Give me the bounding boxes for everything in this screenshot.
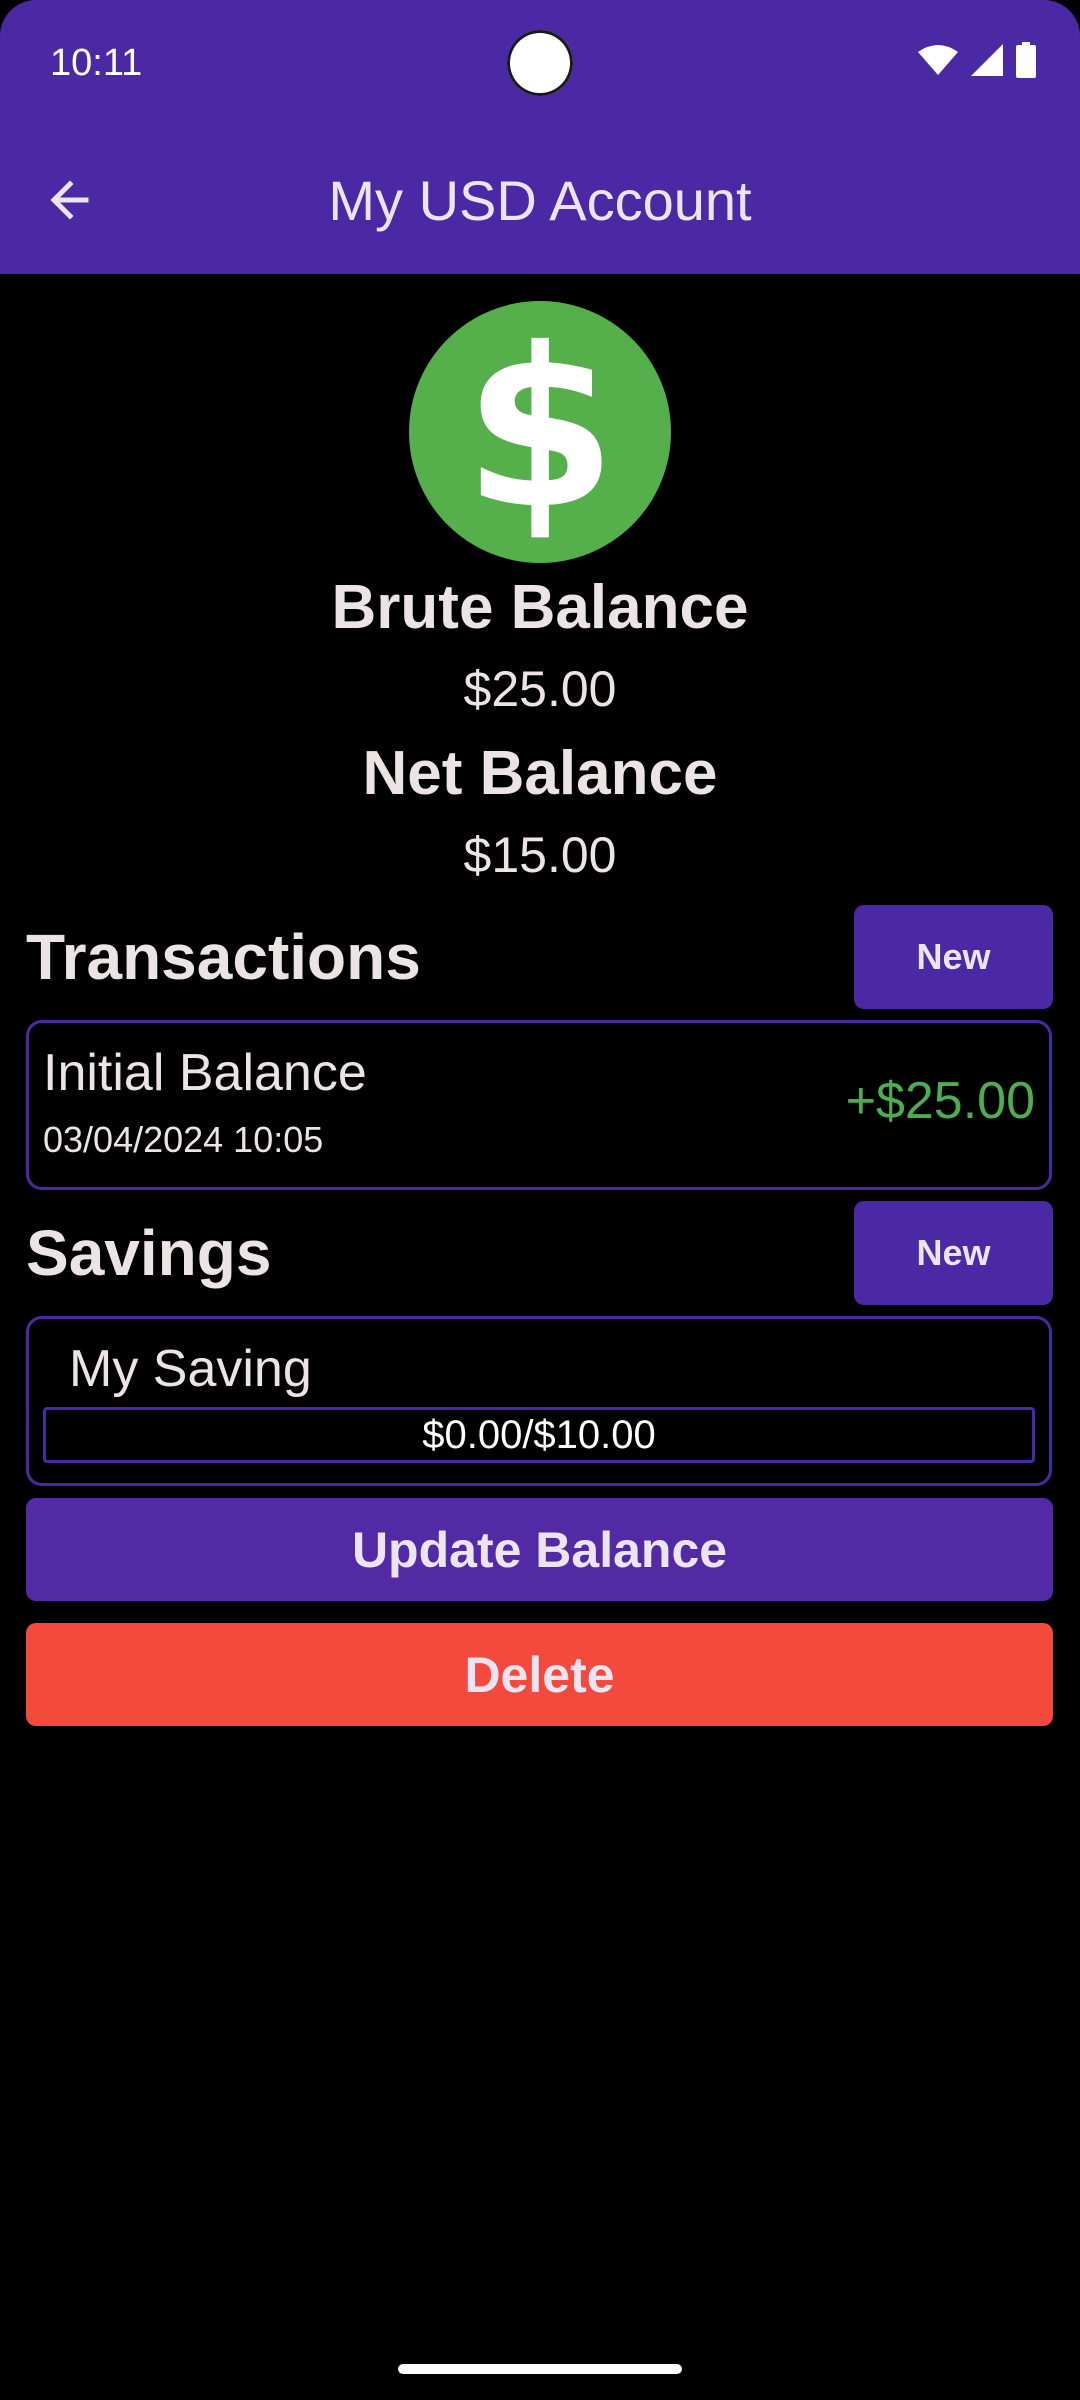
page-title: My USD Account xyxy=(328,169,752,232)
net-balance-label: Net Balance xyxy=(362,739,718,808)
savings-header: Savings xyxy=(26,1217,272,1289)
saving-card[interactable]: My Saving $0.00/$10.00 xyxy=(26,1316,1052,1486)
account-currency-badge: $ xyxy=(409,301,671,563)
new-saving-button[interactable]: New xyxy=(854,1201,1053,1305)
status-bar: 10:11 xyxy=(0,0,1080,128)
transaction-date: 03/04/2024 10:05 xyxy=(43,1119,324,1160)
status-icons xyxy=(918,41,1036,83)
new-transaction-button[interactable]: New xyxy=(854,905,1053,1009)
wifi-icon xyxy=(918,44,958,81)
transaction-amount: +$25.00 xyxy=(845,1072,1035,1130)
transaction-title: Initial Balance xyxy=(43,1044,367,1102)
transactions-header: Transactions xyxy=(26,921,421,993)
delete-button[interactable]: Delete xyxy=(26,1623,1053,1726)
app-bar: My USD Account xyxy=(0,128,1080,274)
saving-progress-label: $0.00/$10.00 xyxy=(422,1412,656,1457)
brute-balance-value: $25.00 xyxy=(463,661,617,717)
camera-cutout xyxy=(507,30,573,96)
update-balance-button[interactable]: Update Balance xyxy=(26,1498,1053,1601)
dollar-icon: $ xyxy=(463,301,617,557)
battery-icon xyxy=(1016,41,1036,83)
net-balance-value: $15.00 xyxy=(463,827,617,883)
signal-icon xyxy=(970,43,1004,82)
saving-name: My Saving xyxy=(69,1340,312,1398)
saving-progress-bar: $0.00/$10.00 xyxy=(43,1407,1035,1463)
home-indicator[interactable] xyxy=(398,2364,682,2374)
status-time: 10:11 xyxy=(50,42,143,84)
brute-balance-label: Brute Balance xyxy=(331,573,749,642)
transaction-card[interactable]: Initial Balance 03/04/2024 10:05 +$25.00 xyxy=(26,1020,1052,1190)
